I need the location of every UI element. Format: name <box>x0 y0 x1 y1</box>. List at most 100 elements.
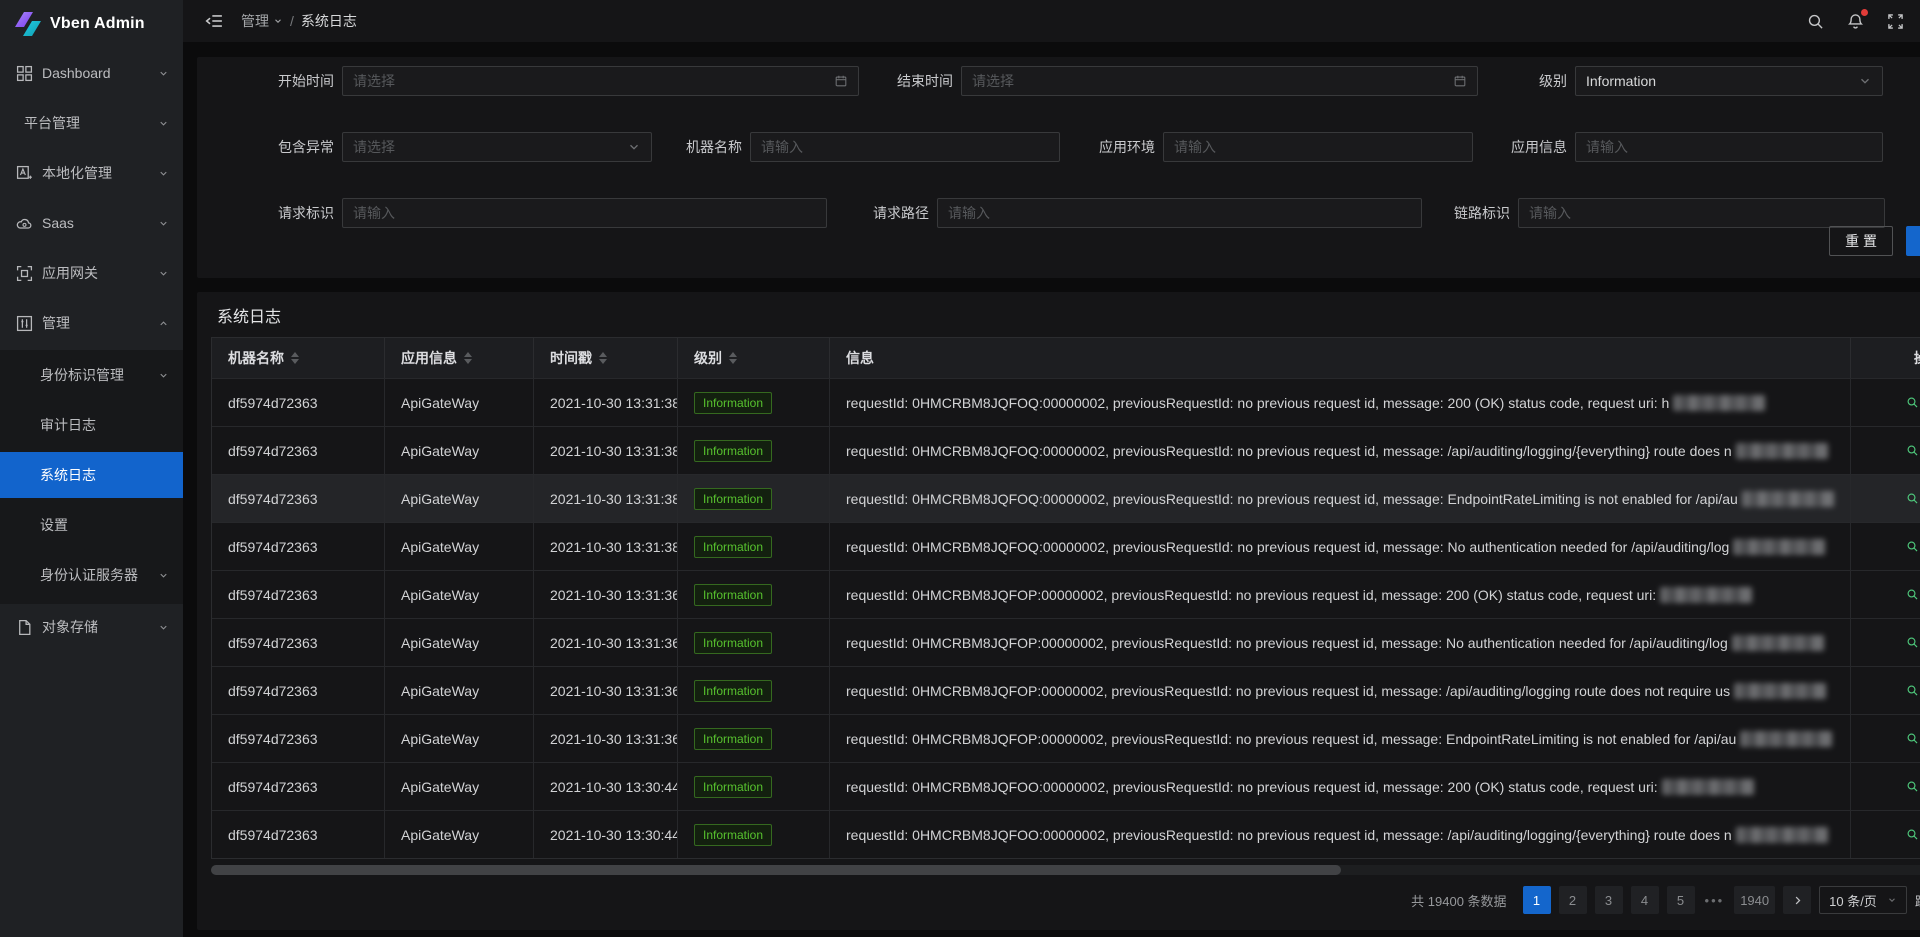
table-row[interactable]: df5974d72363 ApiGateWay 2021-10-30 13:31… <box>212 618 1920 666</box>
sidebar-item-management[interactable]: 管理 <box>0 300 183 346</box>
horizontal-scrollbar-thumb[interactable] <box>211 865 1341 875</box>
sort-control[interactable] <box>599 352 607 364</box>
machine-name-field[interactable] <box>750 132 1060 162</box>
sidebar-item-platform-management[interactable]: 平台管理 <box>0 100 183 146</box>
sidebar-item-label: 平台管理 <box>24 113 149 133</box>
trace-id-input[interactable] <box>1529 205 1874 221</box>
table-row[interactable]: df5974d72363 ApiGateWay 2021-10-30 13:31… <box>212 666 1920 714</box>
view-log-link[interactable]: 查看日志 <box>1906 489 1920 509</box>
sidebar-item-settings[interactable]: 设置 <box>0 502 183 548</box>
fullscreen-icon[interactable] <box>1887 13 1904 30</box>
sidebar-item-audit-log[interactable]: 审计日志 <box>0 402 183 448</box>
level-select[interactable]: Information <box>1575 66 1883 96</box>
column-header-actions: 操作方法 <box>1851 338 1920 378</box>
magnifier-icon <box>1906 540 1919 553</box>
table-row[interactable]: df5974d72363 ApiGateWay 2021-10-30 13:31… <box>212 426 1920 474</box>
column-header-level[interactable]: 级别 <box>678 338 830 378</box>
view-log-link[interactable]: 查看日志 <box>1906 633 1920 653</box>
page-button-4[interactable]: 4 <box>1631 886 1659 914</box>
request-id-input[interactable] <box>353 205 816 221</box>
magnifier-icon <box>1906 780 1919 793</box>
sidebar-item-saas[interactable]: Saas <box>0 200 183 246</box>
sidebar-item-label: 管理 <box>42 313 149 333</box>
table-row[interactable]: df5974d72363 ApiGateWay 2021-10-30 13:30… <box>212 810 1920 858</box>
trace-id-field[interactable] <box>1518 198 1885 228</box>
horizontal-scrollbar[interactable] <box>211 865 1920 875</box>
table-row[interactable]: df5974d72363 ApiGateWay 2021-10-30 13:31… <box>212 474 1920 522</box>
sort-control[interactable] <box>291 352 299 364</box>
cell-timestamp: 2021-10-30 13:31:38 <box>534 523 678 570</box>
view-log-link[interactable]: 查看日志 <box>1906 681 1920 701</box>
page-button-last[interactable]: 1940 <box>1734 886 1775 914</box>
cell-timestamp: 2021-10-30 13:31:38 <box>534 427 678 474</box>
sidebar-item-object-storage[interactable]: 对象存储 <box>0 604 183 650</box>
end-time-input[interactable] <box>972 73 1453 89</box>
column-header-app-info[interactable]: 应用信息 <box>385 338 534 378</box>
cell-level: Information <box>678 811 830 858</box>
cell-timestamp: 2021-10-30 13:31:36 <box>534 715 678 762</box>
cell-level: Information <box>678 427 830 474</box>
form-item-exception: 包含异常 请选择 <box>234 132 652 162</box>
cell-message: requestId: 0HMCRBM8JQFOO:00000002, previ… <box>830 763 1851 810</box>
column-header-machine-name[interactable]: 机器名称 <box>212 338 385 378</box>
magnifier-icon <box>1906 636 1919 649</box>
view-log-link[interactable]: 查看日志 <box>1906 441 1920 461</box>
page-button-3[interactable]: 3 <box>1595 886 1623 914</box>
sort-control[interactable] <box>464 352 472 364</box>
sidebar-item-localization[interactable]: 本地化管理 <box>0 150 183 196</box>
sidebar-item-label: 设置 <box>40 515 169 535</box>
table-row[interactable]: df5974d72363 ApiGateWay 2021-10-30 13:31… <box>212 378 1920 426</box>
query-button[interactable]: 查 询 <box>1906 226 1920 256</box>
page-button-2[interactable]: 2 <box>1559 886 1587 914</box>
table-row[interactable]: df5974d72363 ApiGateWay 2021-10-30 13:31… <box>212 570 1920 618</box>
cell-machine-name: df5974d72363 <box>212 379 385 426</box>
breadcrumb-section[interactable]: 管理 <box>241 11 283 31</box>
page-size-select[interactable]: 10 条/页 <box>1819 886 1907 914</box>
sidebar-item-auth-server[interactable]: 身份认证服务器 <box>0 552 183 598</box>
view-log-link[interactable]: 查看日志 <box>1906 729 1920 749</box>
start-time-datepicker[interactable] <box>342 66 859 96</box>
cell-timestamp: 2021-10-30 13:31:36 <box>534 571 678 618</box>
page-button-1[interactable]: 1 <box>1523 886 1551 914</box>
table-row[interactable]: df5974d72363 ApiGateWay 2021-10-30 13:31… <box>212 714 1920 762</box>
sidebar-item-dashboard[interactable]: Dashboard <box>0 50 183 96</box>
search-icon[interactable] <box>1807 13 1824 30</box>
start-time-input[interactable] <box>353 73 834 89</box>
next-page-button[interactable] <box>1783 886 1811 914</box>
cell-machine-name: df5974d72363 <box>212 523 385 570</box>
machine-name-input[interactable] <box>761 139 1049 155</box>
app-info-input[interactable] <box>1586 139 1872 155</box>
view-log-link[interactable]: 查看日志 <box>1906 537 1920 557</box>
sort-control[interactable] <box>729 352 737 364</box>
app-env-field[interactable] <box>1163 132 1473 162</box>
notification-bell-icon[interactable] <box>1847 13 1864 30</box>
page-button-5[interactable]: 5 <box>1667 886 1695 914</box>
app-title: Vben Admin <box>50 15 145 33</box>
request-id-field[interactable] <box>342 198 827 228</box>
menu-fold-icon[interactable] <box>205 12 223 30</box>
view-log-link[interactable]: 查看日志 <box>1906 825 1920 845</box>
app-env-input[interactable] <box>1174 139 1462 155</box>
sidebar-item-system-log[interactable]: 系统日志 <box>0 452 183 498</box>
query-form-card: 开始时间 结束时间 级别 Informatio <box>197 57 1920 278</box>
view-log-link[interactable]: 查看日志 <box>1906 585 1920 605</box>
end-time-datepicker[interactable] <box>961 66 1478 96</box>
reset-button[interactable]: 重 置 <box>1829 226 1893 256</box>
exception-select[interactable]: 请选择 <box>342 132 652 162</box>
table-row[interactable]: df5974d72363 ApiGateWay 2021-10-30 13:31… <box>212 522 1920 570</box>
pagination-ellipsis[interactable]: ••• <box>1703 893 1727 908</box>
gateway-icon <box>16 265 33 282</box>
table-row[interactable]: df5974d72363 ApiGateWay 2021-10-30 13:30… <box>212 762 1920 810</box>
sidebar-item-app-gateway[interactable]: 应用网关 <box>0 250 183 296</box>
logo[interactable]: Vben Admin <box>0 0 183 48</box>
app-info-field[interactable] <box>1575 132 1883 162</box>
view-log-link[interactable]: 查看日志 <box>1906 393 1920 413</box>
system-log-table: 机器名称 应用信息 时间戳 级别 <box>211 337 1920 859</box>
request-path-input[interactable] <box>948 205 1411 221</box>
level-badge: Information <box>694 632 772 654</box>
app-root: Vben Admin Dashboard 平台管理 本地化管理 <box>0 0 1920 937</box>
sidebar-item-identity-management[interactable]: 身份标识管理 <box>0 352 183 398</box>
column-header-timestamp[interactable]: 时间戳 <box>534 338 678 378</box>
view-log-link[interactable]: 查看日志 <box>1906 777 1920 797</box>
request-path-field[interactable] <box>937 198 1422 228</box>
